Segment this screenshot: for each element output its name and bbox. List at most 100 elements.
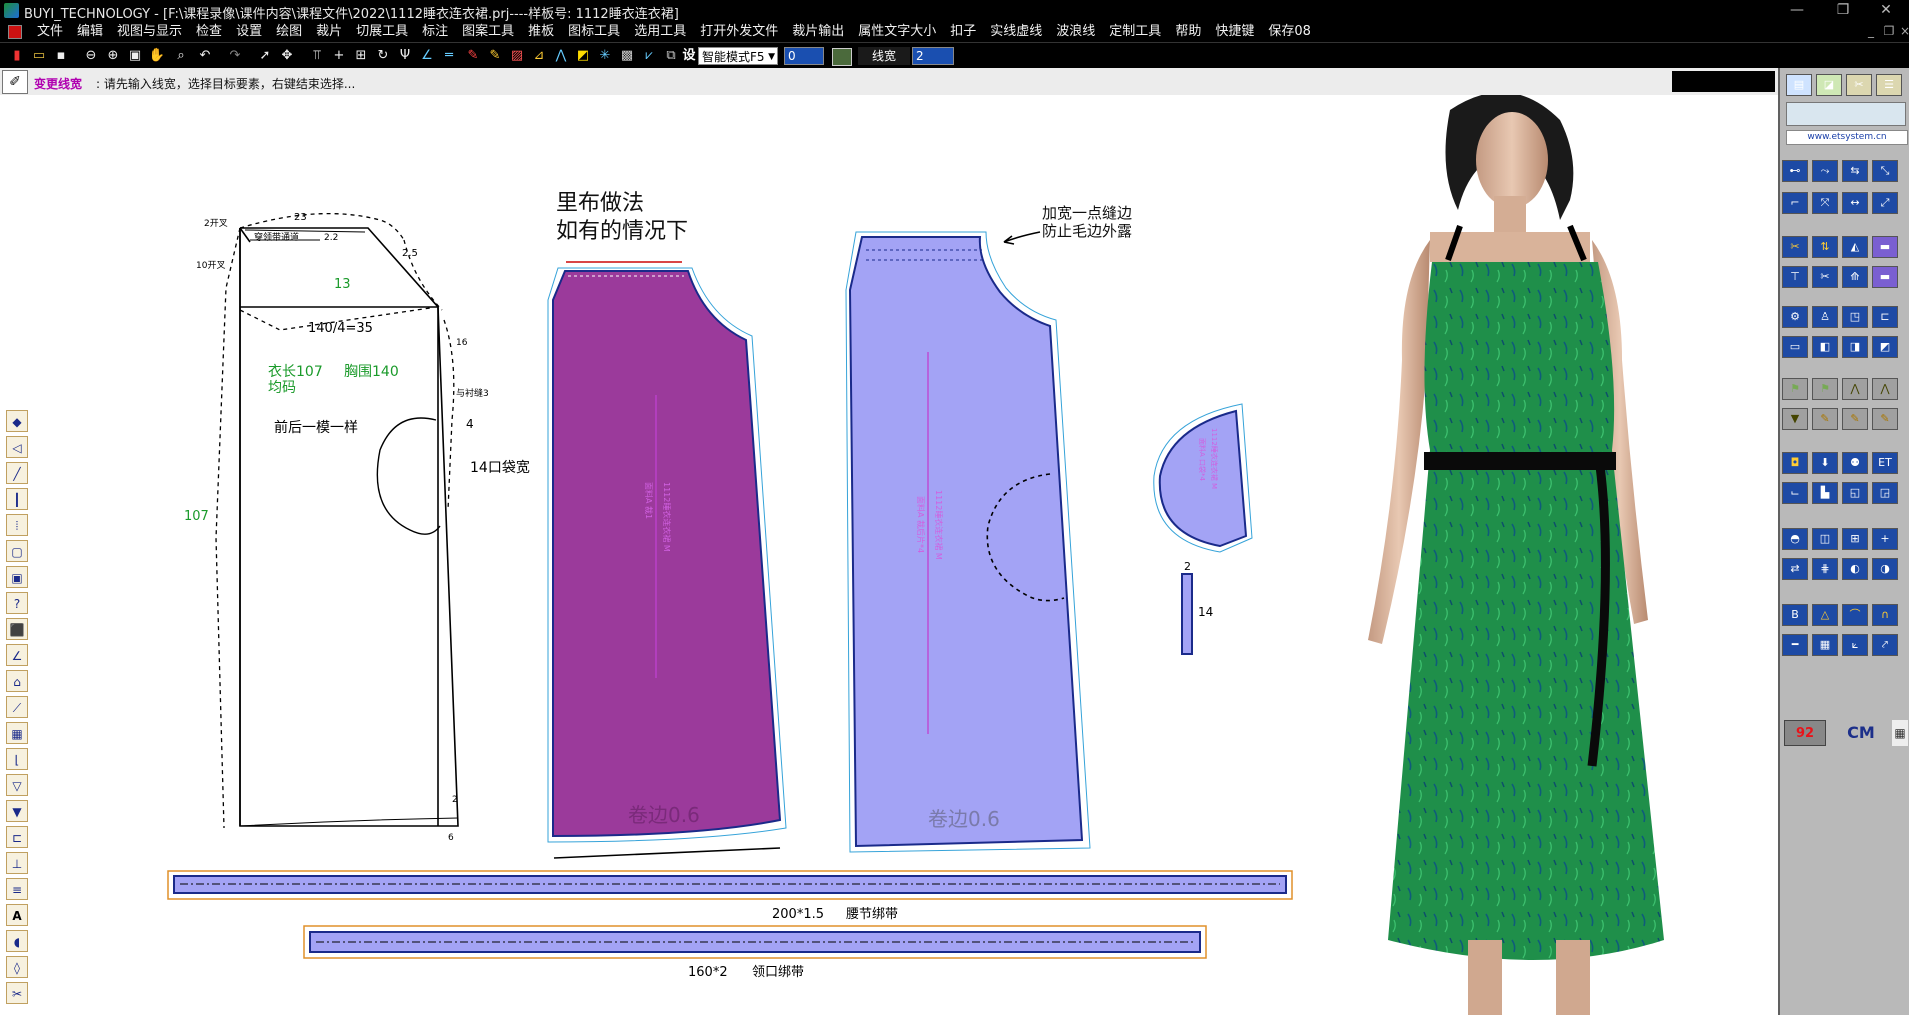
- measure-tool-icon[interactable]: ┃: [6, 488, 28, 510]
- rp-tool-40-icon[interactable]: ◲: [1872, 482, 1898, 504]
- rp-tool-50-icon[interactable]: △: [1812, 604, 1838, 626]
- rp-tool-47-icon[interactable]: ◐: [1842, 558, 1868, 580]
- line-width-tool-icon[interactable]: ✐: [2, 70, 28, 94]
- table-tool-icon[interactable]: ▦: [6, 722, 28, 744]
- text-tool-icon[interactable]: A: [6, 904, 28, 926]
- undo-icon[interactable]: ↶: [196, 47, 214, 65]
- zoom-window-icon[interactable]: ▣: [126, 47, 144, 65]
- measure-icon[interactable]: ⊿: [530, 47, 548, 65]
- rp-tool-9-icon[interactable]: ✂: [1782, 236, 1808, 258]
- fork-icon[interactable]: Ψ: [396, 47, 414, 65]
- rp-tool-21-icon[interactable]: ▭: [1782, 336, 1808, 358]
- corner-tool-icon[interactable]: ⌊: [6, 748, 28, 770]
- rp-tool-22-icon[interactable]: ◧: [1812, 336, 1838, 358]
- mode-select[interactable]: 智能模式F5 ▼: [698, 47, 778, 65]
- drawing-canvas[interactable]: 2开叉 10开叉 23 穿领带通道 2.2 2.5 13 140/4=35 16…: [0, 95, 1778, 1015]
- slope-tool-icon[interactable]: ⟋: [6, 696, 28, 718]
- menu-text-size[interactable]: 属性文字大小: [851, 24, 943, 40]
- rotate-icon[interactable]: ↻: [374, 47, 392, 65]
- rp-tool-12-icon[interactable]: ▬: [1872, 236, 1898, 258]
- menu-icon-tools[interactable]: 图标工具: [561, 24, 627, 40]
- panel-view-icon[interactable]: ▤: [1786, 74, 1812, 96]
- tilt-icon[interactable]: ⋀: [552, 47, 570, 65]
- select-arrow-icon[interactable]: ➚: [256, 47, 274, 65]
- rp-tool-7-icon[interactable]: ↔: [1842, 192, 1868, 214]
- color-swatch-button[interactable]: [832, 48, 852, 66]
- menu-edit[interactable]: 编辑: [70, 24, 110, 40]
- menu-select-tools[interactable]: 选用工具: [627, 24, 693, 40]
- redo-icon[interactable]: ↷: [226, 47, 244, 65]
- rp-tool-10-icon[interactable]: ⇅: [1812, 236, 1838, 258]
- rp-tool-17-icon[interactable]: ⚙: [1782, 306, 1808, 328]
- menu-open-external[interactable]: 打开外发文件: [693, 24, 785, 40]
- close-button[interactable]: ✕: [1863, 0, 1909, 22]
- website-link[interactable]: www.etsystem.cn: [1786, 130, 1908, 145]
- split-tool-icon[interactable]: ⦙: [6, 514, 28, 536]
- menu-annotate[interactable]: 标注: [415, 24, 455, 40]
- rp-tool-42-icon[interactable]: ◫: [1812, 528, 1838, 550]
- menu-piece-output[interactable]: 裁片输出: [785, 24, 851, 40]
- parallel-tool-icon[interactable]: ≡: [6, 878, 28, 900]
- system-menu-icon[interactable]: [8, 25, 22, 39]
- rp-tool-15-icon[interactable]: ⟰: [1842, 266, 1868, 288]
- eraser-tool-icon[interactable]: ✂: [6, 982, 28, 1004]
- rp-tool-29-icon[interactable]: ▼: [1782, 408, 1808, 430]
- minimize-button[interactable]: —: [1774, 0, 1820, 22]
- menu-draw[interactable]: 绘图: [269, 24, 309, 40]
- rp-tool-24-icon[interactable]: ◩: [1872, 336, 1898, 358]
- prompt-input-box[interactable]: [1672, 71, 1775, 92]
- rp-tool-3-icon[interactable]: ⇆: [1842, 160, 1868, 182]
- rp-tool-43-icon[interactable]: ⊞: [1842, 528, 1868, 550]
- rp-tool-37-icon[interactable]: ⌙: [1782, 482, 1808, 504]
- pencil-yellow-icon[interactable]: ✎: [486, 47, 504, 65]
- rp-tool-46-icon[interactable]: ⋕: [1812, 558, 1838, 580]
- panel-list-icon[interactable]: ☰: [1876, 74, 1902, 96]
- menu-wavy-line[interactable]: 波浪线: [1049, 24, 1102, 40]
- rp-tool-38-icon[interactable]: ▙: [1812, 482, 1838, 504]
- rp-tool-54-icon[interactable]: ▦: [1812, 634, 1838, 656]
- rp-tool-23-icon[interactable]: ◨: [1842, 336, 1868, 358]
- rp-tool-30-icon[interactable]: ✎: [1812, 408, 1838, 430]
- menu-pattern-tools[interactable]: 图案工具: [455, 24, 521, 40]
- pan-hand-icon[interactable]: ✋: [148, 47, 166, 65]
- rp-tool-2-icon[interactable]: ⤳: [1812, 160, 1838, 182]
- stamp-tool-icon[interactable]: ⬛: [6, 618, 28, 640]
- menu-check[interactable]: 检查: [189, 24, 229, 40]
- panel-chart-icon[interactable]: ◪: [1816, 74, 1842, 96]
- menu-pieces[interactable]: 裁片: [309, 24, 349, 40]
- rp-tool-32-icon[interactable]: ✎: [1872, 408, 1898, 430]
- save-icon[interactable]: ▪: [52, 47, 70, 65]
- bucket-tool-icon[interactable]: ◊: [6, 956, 28, 978]
- settings-glyph-icon[interactable]: 设: [680, 47, 698, 65]
- hatch-icon[interactable]: ▨: [508, 47, 526, 65]
- menu-buttons[interactable]: 扣子: [943, 24, 983, 40]
- menu-view[interactable]: 视图与显示: [110, 24, 189, 40]
- rp-tool-49-icon[interactable]: B: [1782, 604, 1808, 626]
- panel-tools-icon[interactable]: ✂: [1846, 74, 1872, 96]
- rp-tool-20-icon[interactable]: ⊏: [1872, 306, 1898, 328]
- angle-tool-icon[interactable]: ∠: [6, 644, 28, 666]
- calculator-icon[interactable]: ▦: [1892, 720, 1908, 746]
- zoom-out-icon[interactable]: ⊖: [82, 47, 100, 65]
- notch-tool-icon[interactable]: ⊥: [6, 852, 28, 874]
- unit-button[interactable]: CM: [1830, 720, 1892, 746]
- angle-line-icon[interactable]: ∠: [418, 47, 436, 65]
- menu-file[interactable]: 文件: [30, 24, 70, 40]
- menu-help[interactable]: 帮助: [1168, 24, 1208, 40]
- zoom-in-icon[interactable]: ⊕: [104, 47, 122, 65]
- rp-tool-34-icon[interactable]: ⬇: [1812, 452, 1838, 474]
- rp-tool-41-icon[interactable]: ◓: [1782, 528, 1808, 550]
- offset-tool-icon[interactable]: ⊏: [6, 826, 28, 848]
- rp-tool-16-icon[interactable]: ▬: [1872, 266, 1898, 288]
- rp-tool-36-icon[interactable]: ET: [1872, 452, 1898, 474]
- open-folder-icon[interactable]: ▭: [30, 47, 48, 65]
- rp-tool-13-icon[interactable]: ⊤: [1782, 266, 1808, 288]
- rp-tool-45-icon[interactable]: ⇄: [1782, 558, 1808, 580]
- value-input[interactable]: 0: [784, 47, 824, 65]
- rp-tool-8-icon[interactable]: ⤢: [1872, 192, 1898, 214]
- help-tool-icon[interactable]: ?: [6, 592, 28, 614]
- menu-solid-dashed[interactable]: 实线虚线: [983, 24, 1049, 40]
- rp-tool-48-icon[interactable]: ◑: [1872, 558, 1898, 580]
- rp-tool-6-icon[interactable]: ⤧: [1812, 192, 1838, 214]
- line-tool-icon[interactable]: ╱: [6, 462, 28, 484]
